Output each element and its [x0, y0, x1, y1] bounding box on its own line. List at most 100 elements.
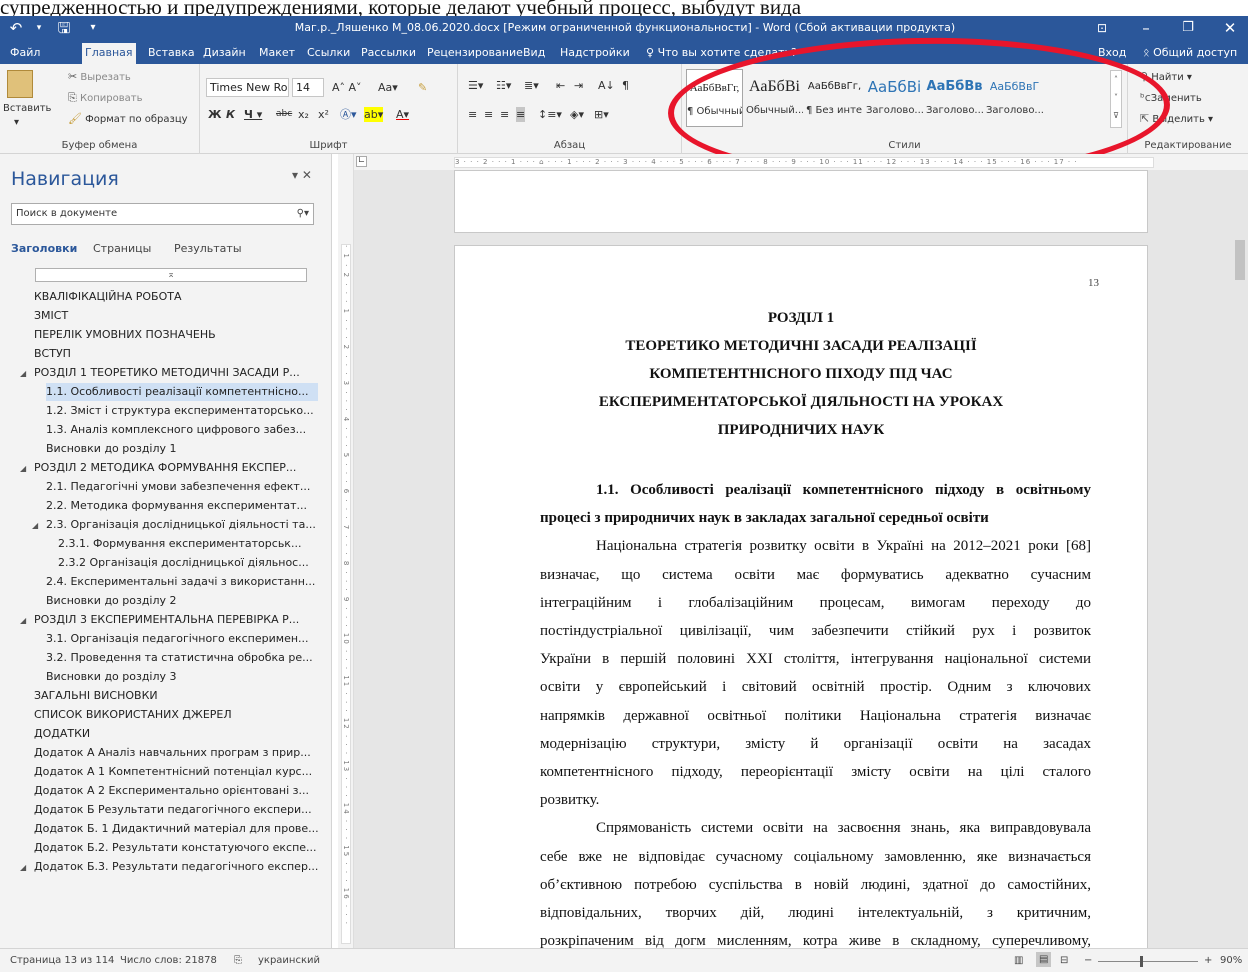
font-color-icon[interactable]: A▾: [396, 107, 409, 122]
expand-caret-icon[interactable]: ◢: [20, 464, 26, 473]
increase-indent-icon[interactable]: ⇥: [574, 78, 583, 93]
nav-heading-item[interactable]: РОЗДІЛ 3 ЕКСПЕРИМЕНТАЛЬНА ПЕРЕВІРКА Р...: [34, 611, 299, 629]
page-count-status[interactable]: Страница 13 из 114: [10, 955, 114, 966]
nav-heading-item[interactable]: Висновки до розділу 1: [46, 440, 177, 458]
replace-button[interactable]: ᵇcЗаменить: [1140, 91, 1202, 106]
nav-heading-item[interactable]: 2.3.2 Організація дослідницької діяльнос…: [58, 554, 309, 572]
tab-selector-icon[interactable]: ∟: [356, 156, 367, 167]
nav-heading-item[interactable]: ЗАГАЛЬНІ ВИСНОВКИ: [34, 687, 158, 705]
superscript-icon[interactable]: x²: [318, 107, 329, 122]
nav-collapse-all[interactable]: ⌅: [35, 268, 307, 282]
justify-icon[interactable]: ≡: [516, 107, 526, 122]
nav-heading-item[interactable]: КВАЛІФІКАЦІЙНА РОБОТА: [34, 288, 182, 306]
nav-heading-item[interactable]: 2.4. Експериментальні задачі з використа…: [46, 573, 315, 591]
zoom-in-icon[interactable]: +: [1204, 955, 1212, 966]
align-right-icon[interactable]: ≡: [500, 107, 509, 122]
underline-icon[interactable]: Ч ▾: [244, 107, 262, 122]
read-mode-icon[interactable]: ▥: [1014, 955, 1023, 966]
nav-heading-item[interactable]: РОЗДІЛ 1 ТЕОРЕТИКО МЕТОДИЧНІ ЗАСАДИ Р...: [34, 364, 300, 382]
tab-references[interactable]: Ссылки: [304, 43, 353, 64]
nav-options-icon[interactable]: ▾ ✕: [292, 168, 312, 182]
style-no-spacing[interactable]: АаБбВвГг, ¶ Без инте...: [806, 69, 863, 127]
tab-addins[interactable]: Надстройки: [557, 43, 633, 64]
nav-heading-item[interactable]: 3.1. Організація педагогічного експериме…: [46, 630, 309, 648]
highlight-icon[interactable]: ab▾: [364, 107, 384, 122]
ribbon-display-icon[interactable]: ⊡: [1090, 16, 1114, 40]
decrease-indent-icon[interactable]: ⇤: [556, 78, 565, 93]
nav-heading-item[interactable]: ПЕРЕЛІК УМОВНИХ ПОЗНАЧЕНЬ: [34, 326, 216, 344]
current-page[interactable]: 13 РОЗДІЛ 1 ТЕОРЕТИКО МЕТОДИЧНІ ЗАСАДИ РЕ…: [454, 245, 1148, 948]
web-layout-icon[interactable]: ⊟: [1060, 955, 1068, 966]
zoom-out-icon[interactable]: −: [1084, 955, 1092, 966]
nav-heading-item[interactable]: Додаток Б Результати педагогічного експе…: [34, 801, 312, 819]
nav-heading-item[interactable]: Додаток Б.3. Результати педагогічного ек…: [34, 858, 318, 876]
nav-tab-pages[interactable]: Страницы: [93, 242, 151, 255]
style-heading-2[interactable]: АаБбВв Заголово...: [926, 69, 983, 127]
italic-icon[interactable]: К: [226, 107, 235, 122]
signin-link[interactable]: Вход: [1095, 43, 1129, 64]
align-left-icon[interactable]: ≡: [468, 107, 477, 122]
search-icon[interactable]: ⚲▾: [297, 204, 309, 224]
tell-me-box[interactable]: ♀ Что вы хотите сделать?: [643, 43, 800, 64]
undo-icon[interactable]: ↶: [6, 16, 26, 40]
style-heading-1[interactable]: АаБбВі Заголово...: [866, 69, 923, 127]
tab-home[interactable]: Главная: [82, 43, 136, 64]
minimize-icon[interactable]: –: [1134, 16, 1158, 40]
numbering-icon[interactable]: ☷▾: [496, 78, 511, 93]
nav-heading-item[interactable]: Додаток А 2 Експериментально орієнтовані…: [34, 782, 309, 800]
bold-icon[interactable]: Ж: [208, 107, 221, 122]
shading-icon[interactable]: ◈▾: [570, 107, 584, 122]
zoom-slider-thumb[interactable]: [1140, 956, 1143, 967]
format-painter-button[interactable]: 🖌 Формат по образцу: [68, 112, 188, 127]
expand-caret-icon[interactable]: ◢: [32, 521, 38, 530]
change-case-icon[interactable]: Aa▾: [378, 80, 398, 95]
style-normal-2[interactable]: АаБбВі Обычный...: [746, 69, 803, 127]
bullets-icon[interactable]: ☰▾: [468, 78, 483, 93]
tab-layout[interactable]: Макет: [256, 43, 298, 64]
nav-tab-headings[interactable]: Заголовки: [11, 242, 77, 255]
nav-heading-item[interactable]: РОЗДІЛ 2 МЕТОДИКА ФОРМУВАННЯ ЕКСПЕР...: [34, 459, 296, 477]
nav-heading-item[interactable]: 2.2. Методика формування експериментат..…: [46, 497, 307, 515]
previous-page[interactable]: [454, 170, 1148, 233]
nav-heading-item[interactable]: 1.1. Особливості реалізації компетентніс…: [46, 383, 318, 401]
expand-caret-icon[interactable]: ◢: [20, 863, 26, 872]
borders-icon[interactable]: ⊞▾: [594, 107, 609, 122]
word-count-status[interactable]: Число слов: 21878: [120, 955, 217, 966]
nav-heading-item[interactable]: Висновки до розділу 3: [46, 668, 177, 686]
show-marks-icon[interactable]: ¶: [622, 78, 629, 93]
nav-heading-item[interactable]: ЗМІСТ: [34, 307, 68, 325]
align-center-icon[interactable]: ≡: [484, 107, 493, 122]
strikethrough-icon[interactable]: abc: [276, 107, 292, 122]
expand-caret-icon[interactable]: ◢: [20, 369, 26, 378]
restore-icon[interactable]: ❐: [1176, 16, 1200, 40]
nav-heading-item[interactable]: 2.3.1. Формування експериментаторськ...: [58, 535, 301, 553]
close-icon[interactable]: ✕: [1218, 16, 1242, 40]
paste-button[interactable]: Вставить: [3, 102, 51, 116]
sort-icon[interactable]: A↓: [598, 78, 615, 93]
multilevel-list-icon[interactable]: ≣▾: [524, 78, 539, 93]
nav-heading-item[interactable]: 1.2. Зміст і структура експериментаторсь…: [46, 402, 314, 420]
horizontal-ruler-scale[interactable]: 3 · · · 2 · · · 1 · · · ⌂ · · · 1 · · · …: [454, 157, 1154, 168]
tab-mailings[interactable]: Рассылки: [358, 43, 419, 64]
nav-heading-item[interactable]: ВСТУП: [34, 345, 71, 363]
paste-dropdown-icon[interactable]: ▾: [14, 116, 19, 130]
nav-heading-item[interactable]: 2.1. Педагогічні умови забезпечення ефек…: [46, 478, 310, 496]
nav-heading-item[interactable]: Додаток Б. 1 Дидактичний матеріал для пр…: [34, 820, 319, 838]
zoom-level[interactable]: 90%: [1220, 955, 1242, 966]
proofing-icon[interactable]: ⎘: [234, 955, 242, 966]
find-button[interactable]: ⚲ Найти ▾: [1140, 70, 1192, 85]
style-normal[interactable]: АаБбВвГг, ¶ Обычный: [686, 69, 743, 127]
subscript-icon[interactable]: x₂: [298, 107, 309, 122]
nav-search-input[interactable]: Поиск в документе ⚲▾: [11, 203, 314, 225]
nav-heading-item[interactable]: 2.3. Організація дослідницької діяльност…: [46, 516, 316, 534]
nav-heading-item[interactable]: СПИСОК ВИКОРИСТАНИХ ДЖЕРЕЛ: [34, 706, 232, 724]
document-area[interactable]: 13 РОЗДІЛ 1 ТЕОРЕТИКО МЕТОДИЧНІ ЗАСАДИ РЕ…: [354, 170, 1248, 948]
nav-tab-results[interactable]: Результаты: [174, 242, 242, 255]
copy-button[interactable]: ⎘ Копировать: [68, 91, 142, 106]
line-spacing-icon[interactable]: ↕≡▾: [538, 107, 562, 122]
nav-heading-item[interactable]: Висновки до розділу 2: [46, 592, 177, 610]
undo-dropdown-icon[interactable]: ▾: [32, 16, 46, 40]
nav-heading-item[interactable]: Додаток А 1 Компетентнісний потенціал ку…: [34, 763, 312, 781]
tab-design[interactable]: Дизайн: [200, 43, 249, 64]
font-size-box[interactable]: 14: [292, 78, 324, 97]
